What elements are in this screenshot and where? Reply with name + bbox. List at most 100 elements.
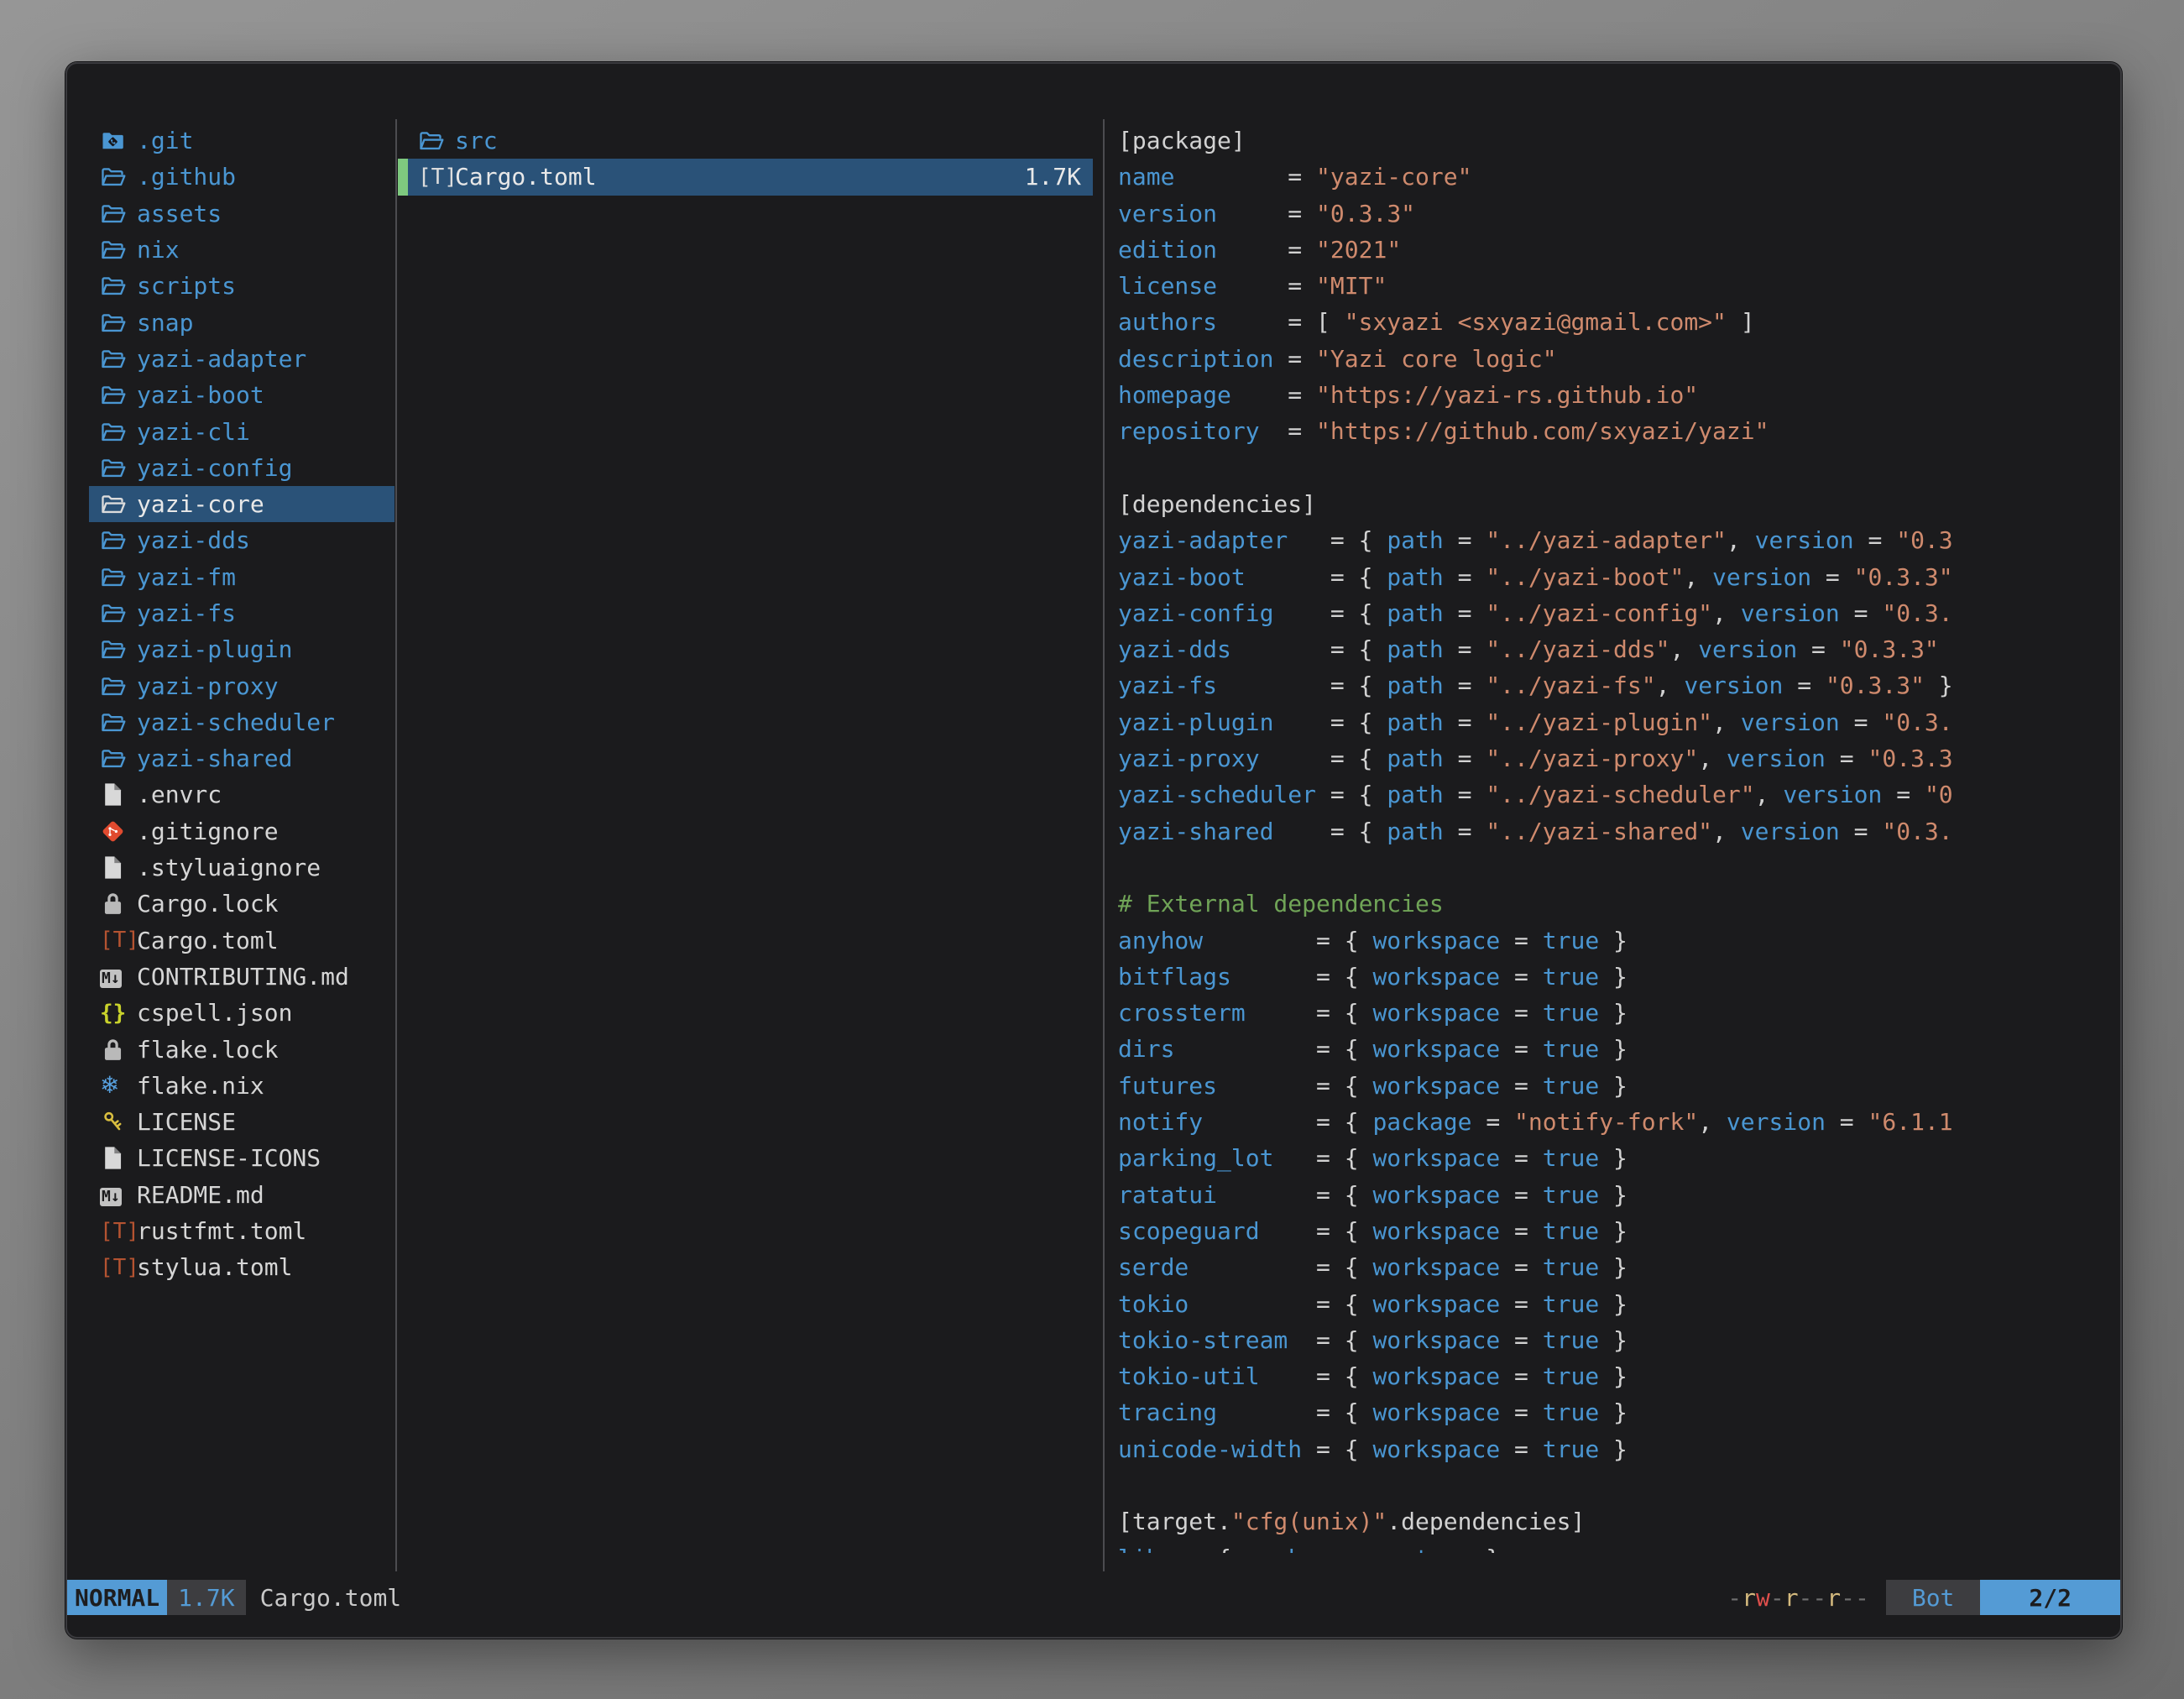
file-row-.github[interactable]: .github — [89, 159, 394, 195]
file-name: yazi-fm — [137, 563, 236, 591]
status-bar: NORMAL 1.7K Cargo.toml -rw-r--r-- Bot 2/… — [67, 1580, 2120, 1615]
preview-line: yazi-scheduler = { path = "../yazi-sched… — [1118, 776, 2120, 813]
file-name: Cargo.toml — [137, 927, 279, 954]
preview-line — [1118, 450, 2120, 486]
file-row-Cargo.toml[interactable]: [T]Cargo.toml — [89, 923, 394, 959]
file-row-snap[interactable]: snap — [89, 304, 394, 340]
file-row-flake.lock[interactable]: flake.lock — [89, 1031, 394, 1067]
file-row-rustfmt.toml[interactable]: [T]rustfmt.toml — [89, 1213, 394, 1249]
file-icon — [100, 782, 137, 808]
toml-icon: [T] — [418, 166, 455, 188]
file-name: rustfmt.toml — [137, 1217, 306, 1245]
file-row-.gitignore[interactable]: .gitignore — [89, 813, 394, 850]
git-icon — [100, 818, 137, 844]
file-row-README.md[interactable]: M↓README.md — [89, 1177, 394, 1213]
folder-open-icon — [100, 709, 137, 735]
folder-open-icon — [100, 164, 137, 190]
file-row-yazi-shared[interactable]: yazi-shared — [89, 740, 394, 776]
mode-indicator: NORMAL — [67, 1580, 167, 1615]
folder-open-icon — [100, 491, 137, 517]
preview-line: yazi-adapter = { path = "../yazi-adapter… — [1118, 522, 2120, 558]
file-row-nix[interactable]: nix — [89, 232, 394, 268]
file-row-Cargo.lock[interactable]: Cargo.lock — [89, 886, 394, 922]
file-size: 1.7K — [1025, 163, 1093, 191]
file-row-flake.nix[interactable]: ❄flake.nix — [89, 1068, 394, 1104]
file-row-src[interactable]: src — [398, 123, 1093, 159]
file-row-LICENSE-ICONS[interactable]: LICENSE-ICONS — [89, 1140, 394, 1176]
file-row-yazi-core[interactable]: yazi-core — [89, 486, 394, 522]
desktop: { "colors":{ "bg":"#1b1b1d","accent":"#4… — [0, 0, 2184, 1699]
file-permissions: -rw-r--r-- — [1727, 1580, 1886, 1615]
file-row-.envrc[interactable]: .envrc — [89, 776, 394, 813]
json-braces-icon: {} — [100, 1002, 137, 1024]
file-name: yazi-proxy — [137, 672, 279, 700]
file-name: LICENSE — [137, 1108, 236, 1136]
preview-line: yazi-dds = { path = "../yazi-dds", versi… — [1118, 631, 2120, 667]
toml-icon: [T] — [100, 1221, 137, 1242]
file-row-yazi-dds[interactable]: yazi-dds — [89, 522, 394, 558]
folder-open-icon — [100, 673, 137, 699]
file-row-yazi-config[interactable]: yazi-config — [89, 450, 394, 486]
preview-line — [1118, 850, 2120, 886]
git-folder-icon — [100, 128, 137, 154]
file-name: .github — [137, 163, 236, 191]
file-row-scripts[interactable]: scripts — [89, 268, 394, 304]
file-row-yazi-adapter[interactable]: yazi-adapter — [89, 341, 394, 377]
file-name: yazi-shared — [137, 745, 292, 772]
preview-line: tokio = { workspace = true } — [1118, 1286, 2120, 1322]
folder-open-icon — [100, 745, 137, 771]
file-row-yazi-cli[interactable]: yazi-cli — [89, 413, 394, 449]
key-icon — [100, 1109, 137, 1135]
file-row-yazi-boot[interactable]: yazi-boot — [89, 377, 394, 413]
file-preview-pane: [package]name = "yazi-core"version = "0.… — [1118, 123, 2120, 1553]
folder-open-icon — [100, 455, 137, 481]
preview-line: parking_lot = { workspace = true } — [1118, 1140, 2120, 1176]
file-name: scripts — [137, 272, 236, 300]
preview-line: name = "yazi-core" — [1118, 159, 2120, 195]
preview-line: ratatui = { workspace = true } — [1118, 1177, 2120, 1213]
preview-line: unicode-width = { workspace = true } — [1118, 1431, 2120, 1467]
preview-line: version = "0.3.3" — [1118, 196, 2120, 232]
file-name: flake.lock — [137, 1036, 279, 1064]
file-row-assets[interactable]: assets — [89, 196, 394, 232]
preview-line: [dependencies] — [1118, 486, 2120, 522]
toml-icon: [T] — [100, 929, 137, 951]
preview-line: tracing = { workspace = true } — [1118, 1394, 2120, 1430]
file-name: nix — [137, 236, 180, 264]
file-row-Cargo.toml[interactable]: [T]Cargo.toml1.7K — [398, 159, 1093, 195]
file-row-cspell.json[interactable]: {}cspell.json — [89, 995, 394, 1031]
status-filename: Cargo.toml — [246, 1580, 416, 1615]
file-row-LICENSE[interactable]: LICENSE — [89, 1104, 394, 1140]
file-row-.git[interactable]: .git — [89, 123, 394, 159]
file-name: yazi-boot — [137, 381, 264, 409]
file-name: yazi-fs — [137, 599, 236, 627]
folder-open-icon — [100, 310, 137, 336]
file-name: CONTRIBUTING.md — [137, 963, 349, 991]
preview-line: crossterm = { workspace = true } — [1118, 995, 2120, 1031]
preview-line: anyhow = { workspace = true } — [1118, 923, 2120, 959]
preview-line: yazi-fs = { path = "../yazi-fs", version… — [1118, 667, 2120, 703]
file-row-CONTRIBUTING.md[interactable]: M↓CONTRIBUTING.md — [89, 959, 394, 995]
nix-snowflake-icon: ❄ — [100, 1074, 137, 1097]
file-name: Cargo.lock — [137, 890, 279, 917]
file-name: assets — [137, 200, 222, 227]
file-row-yazi-proxy[interactable]: yazi-proxy — [89, 667, 394, 703]
file-name: .styluaignore — [137, 854, 321, 881]
preview-line — [1118, 1467, 2120, 1503]
file-row-yazi-fs[interactable]: yazi-fs — [89, 595, 394, 631]
folder-open-icon — [100, 419, 137, 445]
preview-line: license = "MIT" — [1118, 268, 2120, 304]
file-name: src — [455, 127, 498, 154]
file-row-yazi-plugin[interactable]: yazi-plugin — [89, 631, 394, 667]
file-row-.styluaignore[interactable]: .styluaignore — [89, 850, 394, 886]
preview-line: yazi-plugin = { path = "../yazi-plugin",… — [1118, 704, 2120, 740]
file-name: yazi-cli — [137, 418, 250, 446]
file-row-yazi-fm[interactable]: yazi-fm — [89, 559, 394, 595]
folder-open-icon — [100, 273, 137, 299]
preview-line: notify = { package = "notify-fork", vers… — [1118, 1104, 2120, 1140]
file-name: .gitignore — [137, 818, 279, 845]
file-row-yazi-scheduler[interactable]: yazi-scheduler — [89, 704, 394, 740]
file-name: cspell.json — [137, 999, 292, 1027]
file-name: yazi-core — [137, 490, 264, 518]
file-row-stylua.toml[interactable]: [T]stylua.toml — [89, 1249, 394, 1285]
